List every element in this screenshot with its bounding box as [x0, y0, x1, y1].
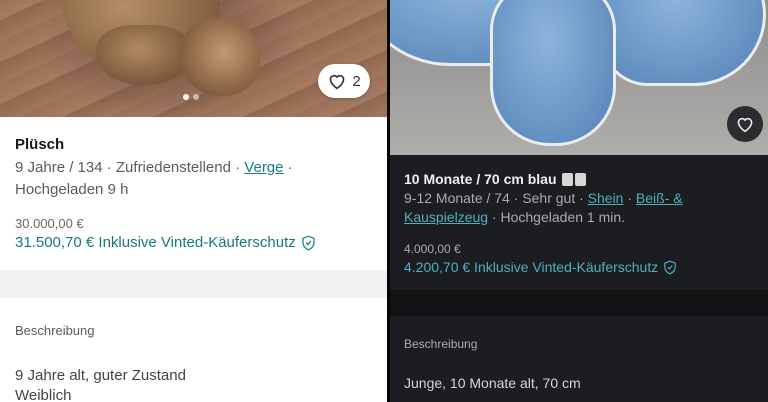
category-link[interactable]: Beiß- & — [636, 190, 683, 206]
teddy-paw — [96, 25, 191, 85]
favorite-button[interactable]: 2 — [318, 64, 370, 98]
meta-separator: · — [623, 190, 636, 206]
pagination-dot — [193, 94, 199, 100]
favorite-button[interactable] — [727, 106, 763, 142]
buyer-protection-price[interactable]: 4.200,70 € Inklusive Vinted-Käuferschutz — [404, 259, 677, 275]
item-price: 30.000,00 € — [15, 216, 84, 231]
item-price: 4.000,00 € — [404, 242, 461, 256]
shield-check-icon — [302, 235, 315, 250]
item-title: Plüsch — [15, 136, 65, 153]
item-meta: 9 Jahre / 134 · Zufriedenstellend · Verg… — [15, 157, 345, 201]
item-title: 10 Monate / 70 cm blau — [404, 171, 586, 187]
plush-arm — [600, 0, 766, 86]
buyer-protection-text: 31.500,70 € Inklusive Vinted-Käuferschut… — [15, 234, 296, 251]
buyer-protection-price[interactable]: 31.500,70 € Inklusive Vinted-Käuferschut… — [15, 234, 316, 251]
heart-icon — [737, 117, 753, 133]
teddy-foot — [180, 18, 260, 96]
description-heading: Beschreibung — [15, 323, 95, 338]
description-line: 9 Jahre alt, guter Zustand — [15, 367, 186, 384]
heart-icon — [329, 74, 345, 90]
section-spacer — [0, 270, 387, 298]
comparison-screenshot: 2 Plüsch 9 Jahre / 134 · Zufriedenstelle… — [0, 0, 768, 402]
size-tag-icon — [561, 172, 573, 186]
listing-panel-dark: 10 Monate / 70 cm blau 9-12 Monate / 74 … — [390, 0, 768, 402]
description-text: 9 Jahre alt, guter Zustand Weiblich — [15, 366, 186, 402]
plush-arm — [490, 0, 616, 146]
brand-link[interactable]: Shein — [588, 190, 624, 206]
item-meta: 9-12 Monate / 74 · Sehr gut · Shein · Be… — [404, 189, 734, 227]
item-size-condition: 9-12 Monate / 74 · Sehr gut · — [404, 190, 588, 206]
meta-separator: · — [283, 159, 293, 176]
description-text: Junge, 10 Monate alt, 70 cm — [404, 375, 581, 391]
description-heading: Beschreibung — [404, 337, 478, 351]
buyer-protection-text: 4.200,70 € Inklusive Vinted-Käuferschutz — [404, 259, 659, 275]
upload-time: · Hochgeladen 1 min. — [488, 209, 626, 225]
category-link-cont[interactable]: Kauspielzeug — [404, 209, 488, 225]
item-size-condition: 9 Jahre / 134 · Zufriedenstellend · — [15, 159, 245, 176]
size-tag-icon — [574, 172, 586, 186]
description-line: Weiblich — [15, 387, 72, 402]
pagination-dot-active — [183, 94, 189, 100]
shield-check-icon — [664, 260, 677, 274]
favorite-count: 2 — [352, 72, 361, 90]
upload-time: Hochgeladen 9 h — [15, 181, 129, 198]
photo-pagination — [183, 94, 199, 100]
listing-panel-light: 2 Plüsch 9 Jahre / 134 · Zufriedenstelle… — [0, 0, 387, 402]
product-photo-teddy[interactable]: 2 — [0, 0, 387, 117]
product-photo-plush-star[interactable] — [390, 0, 768, 155]
brand-link[interactable]: Verge — [244, 159, 283, 176]
section-spacer — [390, 290, 768, 316]
item-title-text: 10 Monate / 70 cm blau — [404, 171, 557, 187]
